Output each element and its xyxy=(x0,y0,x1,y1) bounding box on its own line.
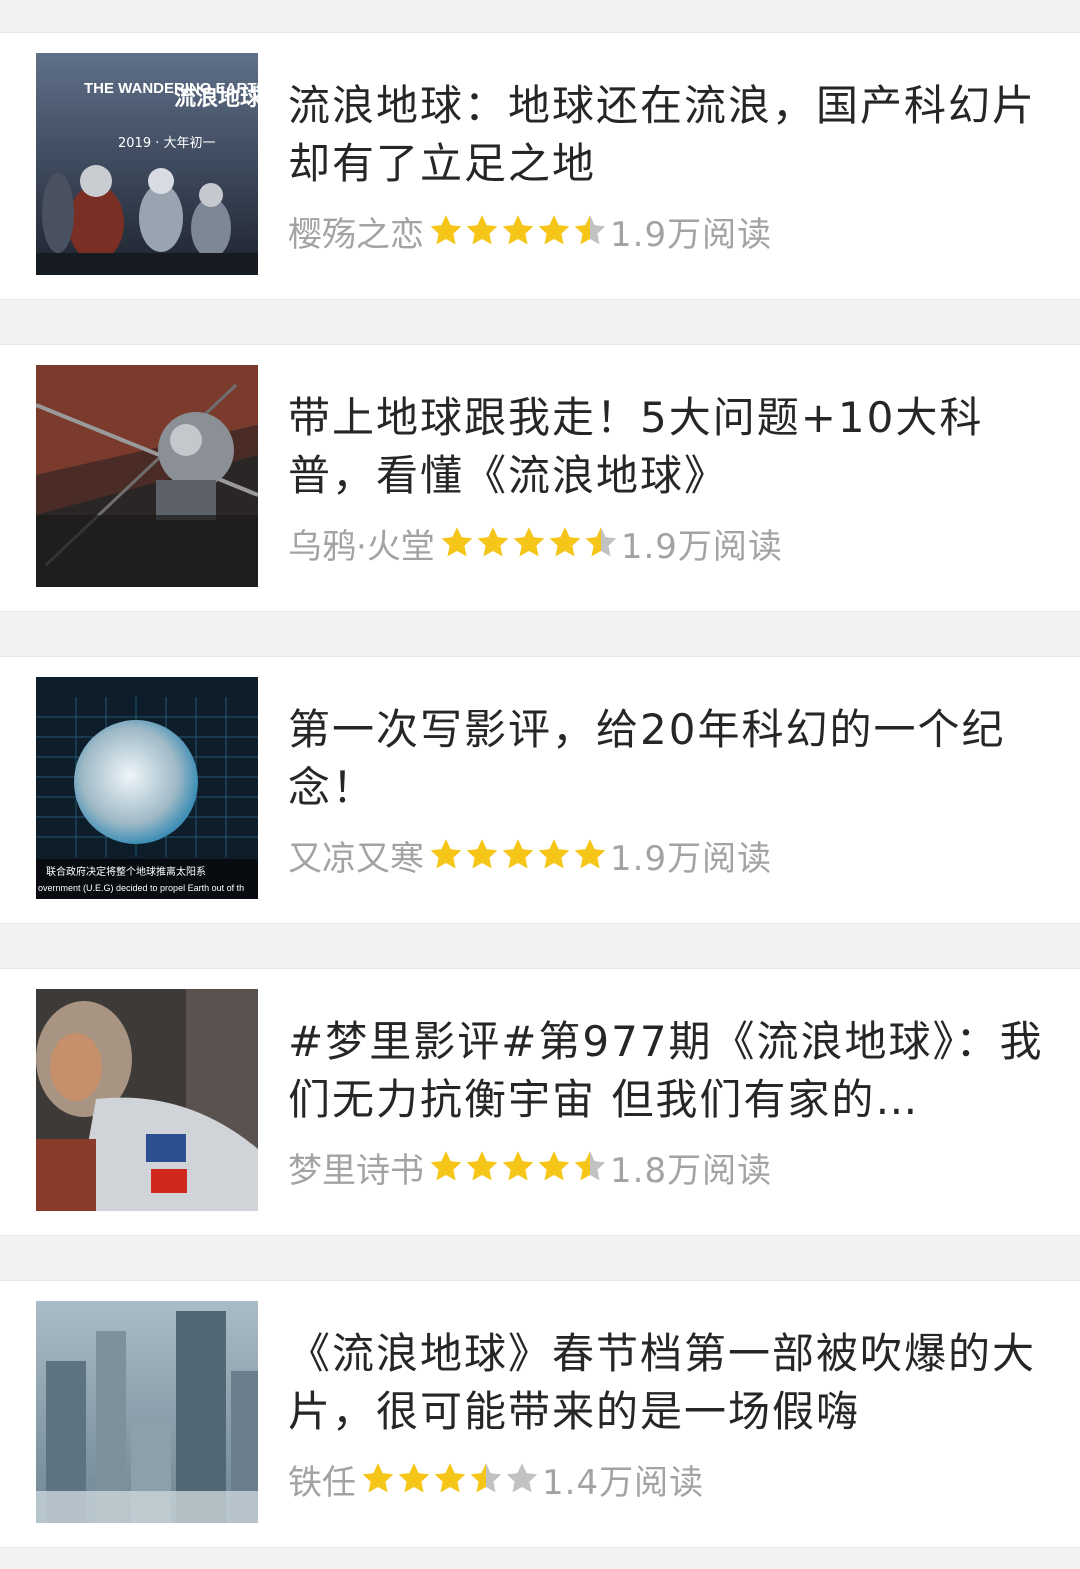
article-thumbnail[interactable]: THE WANDERING EARTH 流浪地球 2019 · 大年初一 xyxy=(36,53,258,275)
star-filled-icon xyxy=(466,1151,498,1181)
article-card[interactable]: THE WANDERING EARTH 流浪地球 2019 · 大年初一 流浪地… xyxy=(0,32,1080,300)
astronaut-image xyxy=(36,989,258,1211)
star-filled-icon xyxy=(502,839,534,869)
article-title[interactable]: 第一次写影评，给20年科幻的一个纪念！ xyxy=(288,701,1058,819)
article-card[interactable]: 联合政府决定将整个地球推离太阳系 overnment (U.E.G) decid… xyxy=(0,656,1080,924)
article-feed: THE WANDERING EARTH 流浪地球 2019 · 大年初一 流浪地… xyxy=(0,0,1080,1569)
author-name: 梦里诗书 xyxy=(288,1150,424,1191)
star-filled-icon xyxy=(549,527,581,557)
article-title[interactable]: 《流浪地球》春节档第一部被吹爆的大片，很可能带来的是一场假嗨 xyxy=(288,1325,1058,1443)
planet-screen-image: 联合政府决定将整个地球推离太阳系 overnment (U.E.G) decid… xyxy=(36,677,258,899)
star-filled-icon xyxy=(502,215,534,245)
read-count: 1.9万阅读 xyxy=(610,214,773,255)
subtitle-cn: 联合政府决定将整个地球推离太阳系 xyxy=(46,865,206,878)
star-filled-icon xyxy=(430,215,462,245)
read-count: 1.4万阅读 xyxy=(542,1462,705,1503)
rating-stars xyxy=(439,525,619,561)
poster-title-cn: 流浪地球 xyxy=(174,85,258,111)
star-filled-icon xyxy=(538,1151,570,1181)
star-half-icon xyxy=(574,215,606,245)
poster-image: THE WANDERING EARTH 流浪地球 2019 · 大年初一 xyxy=(36,53,258,275)
star-empty-icon xyxy=(506,1463,538,1493)
article-title[interactable]: 带上地球跟我走！5大问题+10大科普，看懂《流浪地球》 xyxy=(288,389,1058,507)
author-name: 铁任 xyxy=(288,1462,356,1503)
read-count: 1.8万阅读 xyxy=(610,1150,773,1191)
star-filled-icon xyxy=(513,527,545,557)
poster-date: 2019 · 大年初一 xyxy=(118,136,215,151)
star-filled-icon xyxy=(502,1151,534,1181)
article-title[interactable]: #梦里影评#第977期《流浪地球》：我们无力抗衡宇宙 但我们有家的… xyxy=(288,1013,1058,1131)
space-station-image xyxy=(36,365,258,587)
frozen-city-image xyxy=(36,1301,258,1523)
article-title[interactable]: 流浪地球：地球还在流浪，国产科幻片却有了立足之地 xyxy=(288,77,1058,195)
star-filled-icon xyxy=(362,1463,394,1493)
article-card[interactable]: 《流浪地球》春节档第一部被吹爆的大片，很可能带来的是一场假嗨 铁任 1.4万阅读 xyxy=(0,1280,1080,1548)
article-thumbnail[interactable] xyxy=(36,365,258,587)
author-name: 乌鸦·火堂 xyxy=(288,526,435,567)
star-filled-icon xyxy=(466,839,498,869)
read-count: 1.9万阅读 xyxy=(610,838,773,879)
rating-stars xyxy=(428,213,608,249)
article-card[interactable]: #梦里影评#第977期《流浪地球》：我们无力抗衡宇宙 但我们有家的… 梦里诗书 … xyxy=(0,968,1080,1236)
article-thumbnail[interactable]: 联合政府决定将整个地球推离太阳系 overnment (U.E.G) decid… xyxy=(36,677,258,899)
star-filled-icon xyxy=(430,1151,462,1181)
star-filled-icon xyxy=(430,839,462,869)
star-half-icon xyxy=(470,1463,502,1493)
article-meta: 铁任 1.4万阅读 xyxy=(288,1457,705,1503)
article-meta: 又凉又寒 1.9万阅读 xyxy=(288,833,773,879)
article-meta: 樱殇之恋 1.9万阅读 xyxy=(288,209,773,255)
article-card[interactable]: 带上地球跟我走！5大问题+10大科普，看懂《流浪地球》 乌鸦·火堂 1.9万阅读 xyxy=(0,344,1080,612)
rating-stars xyxy=(360,1461,540,1497)
star-filled-icon xyxy=(398,1463,430,1493)
star-filled-icon xyxy=(574,839,606,869)
author-name: 又凉又寒 xyxy=(288,838,424,879)
star-filled-icon xyxy=(466,215,498,245)
star-half-icon xyxy=(574,1151,606,1181)
subtitle-en: overnment (U.E.G) decided to propel Eart… xyxy=(38,883,244,893)
article-meta: 梦里诗书 1.8万阅读 xyxy=(288,1145,773,1191)
star-filled-icon xyxy=(477,527,509,557)
read-count: 1.9万阅读 xyxy=(620,526,783,567)
article-meta: 乌鸦·火堂 1.9万阅读 xyxy=(288,521,783,567)
author-name: 樱殇之恋 xyxy=(288,214,424,255)
star-half-icon xyxy=(585,527,617,557)
star-filled-icon xyxy=(434,1463,466,1493)
star-filled-icon xyxy=(441,527,473,557)
article-thumbnail[interactable] xyxy=(36,1301,258,1523)
star-filled-icon xyxy=(538,839,570,869)
article-thumbnail[interactable] xyxy=(36,989,258,1211)
star-filled-icon xyxy=(538,215,570,245)
rating-stars xyxy=(428,1149,608,1185)
rating-stars xyxy=(428,837,608,873)
